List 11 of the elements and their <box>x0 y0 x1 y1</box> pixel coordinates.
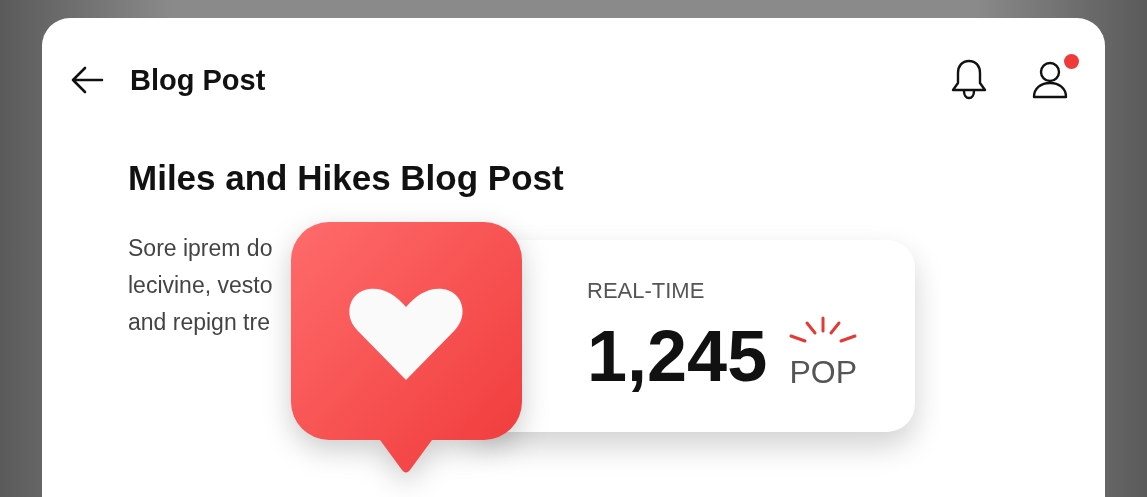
profile-icon[interactable] <box>1031 60 1069 100</box>
post-text-line: and repign tre <box>128 308 270 337</box>
page-title: Blog Post <box>130 63 266 97</box>
post-title: Miles and Hikes Blog Post <box>128 157 565 199</box>
back-arrow-icon[interactable] <box>70 66 104 94</box>
stat-label: REAL-TIME <box>587 278 705 304</box>
stat-unit: POP <box>789 354 857 391</box>
like-count: 1,245 <box>587 316 768 396</box>
post-text-line: Sore iprem do <box>128 234 273 263</box>
notification-bell-icon[interactable] <box>949 58 989 102</box>
post-text-line: lecivine, vesto <box>128 271 273 300</box>
